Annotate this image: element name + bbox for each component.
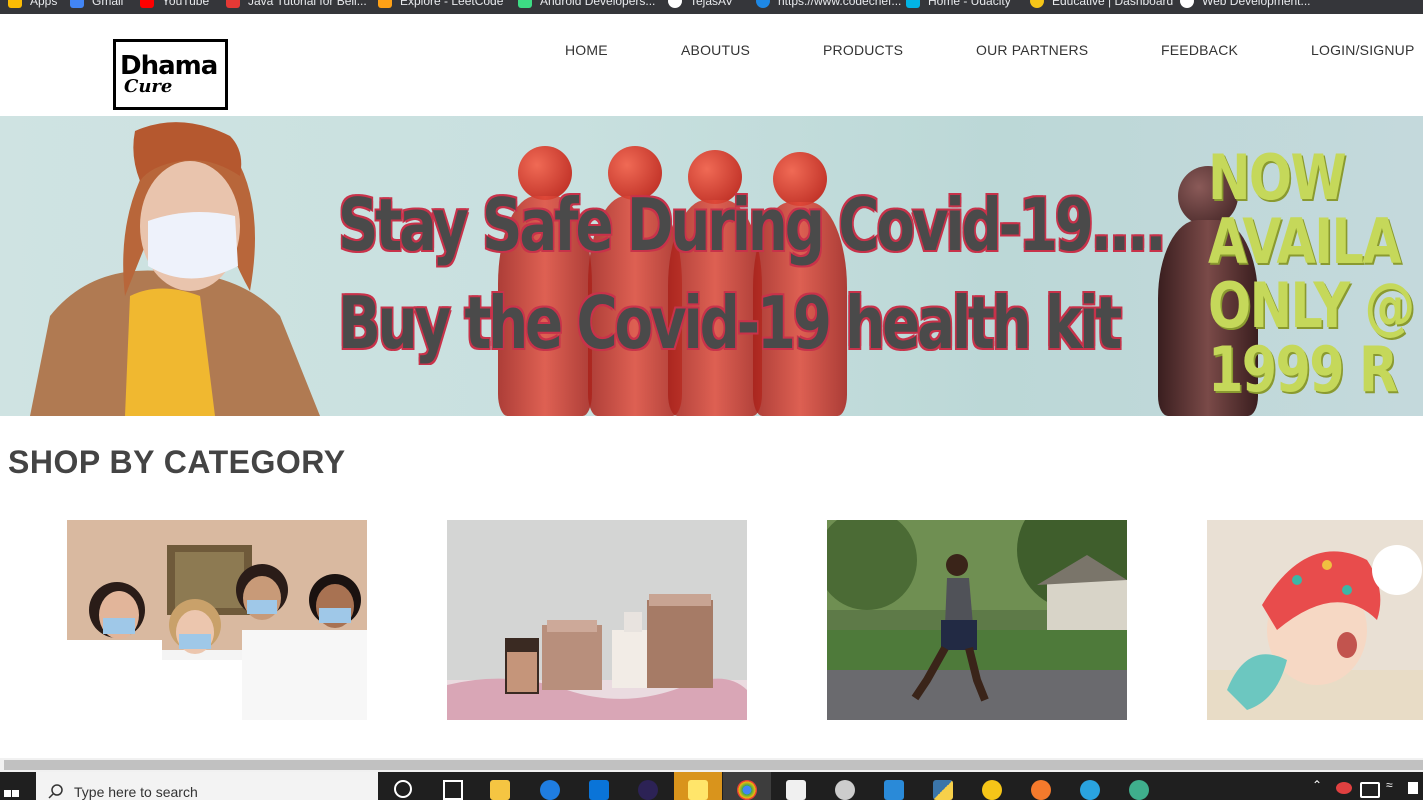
start-button[interactable]: [0, 772, 36, 800]
store-icon[interactable]: [786, 780, 806, 800]
runner-fitness-photo: [827, 520, 1127, 720]
hero-offer-line: ONLY @: [1208, 269, 1415, 342]
baby-care-photo: [1207, 520, 1423, 720]
chatgpt-icon[interactable]: [1129, 780, 1149, 800]
android-icon: [518, 0, 532, 8]
woman-with-mask-photo: [30, 122, 320, 416]
section-title: SHOP BY CATEGORY: [8, 444, 346, 480]
bookmark-educative[interactable]: Educative | Dashboard: [1030, 0, 1173, 10]
telegram-icon[interactable]: [1080, 780, 1100, 800]
windows-logo-icon: [4, 790, 19, 797]
bookmark-leetcode[interactable]: Explore - LeetCode: [378, 0, 503, 10]
taskbar-search-box[interactable]: Type here to search: [36, 772, 378, 800]
web-dev-icon: [1180, 0, 1194, 8]
skincare-products-photo: [447, 520, 747, 720]
python-icon[interactable]: [933, 780, 953, 800]
category-card-fitness[interactable]: [827, 520, 1127, 720]
hero-headline: Stay Safe During Covid-19.... Buy the Co…: [338, 176, 1167, 372]
bookmark-android[interactable]: Android Developers...: [518, 0, 655, 10]
hero-offer: NOW AVAILA ONLY @ 1999 R: [1208, 141, 1415, 406]
hero-offer-line: NOW: [1208, 141, 1347, 214]
horizontal-scrollbar[interactable]: [0, 758, 1423, 772]
codechef-icon: [756, 0, 770, 8]
eclipse-icon[interactable]: [638, 780, 658, 800]
mail-icon[interactable]: [589, 780, 609, 800]
bookmark-webdev[interactable]: Web Development...: [1180, 0, 1311, 10]
bookmark-apps[interactable]: Apps: [8, 0, 57, 10]
search-placeholder: Type here to search: [74, 784, 198, 800]
sticky-notes-tab[interactable]: [674, 772, 722, 800]
hero-line-2: Buy the Covid-19 health kit: [338, 281, 1122, 365]
tray-wifi-icon[interactable]: ≈: [1386, 778, 1393, 792]
brave-icon[interactable]: [1031, 780, 1051, 800]
cortana-icon[interactable]: [394, 780, 412, 798]
tray-battery-icon[interactable]: [1360, 782, 1380, 798]
chrome-tab[interactable]: [723, 772, 771, 800]
bookmark-gmail[interactable]: Gmail: [70, 0, 123, 10]
category-card-covid-care[interactable]: [67, 520, 367, 720]
tray-volume-icon[interactable]: [1408, 782, 1418, 794]
tray-chevron-up-icon[interactable]: ⌃: [1312, 778, 1322, 792]
hero-offer-line: AVAILA: [1208, 205, 1402, 278]
site-logo[interactable]: Dhama Cure: [113, 39, 228, 110]
gmail-icon: [70, 0, 84, 8]
youtube-icon: [140, 0, 154, 8]
settings-icon[interactable]: [835, 780, 855, 800]
flutter-icon[interactable]: [982, 780, 1002, 800]
vscode-icon[interactable]: [884, 780, 904, 800]
nav-login-signup[interactable]: LOGIN/SIGNUP: [1311, 42, 1415, 58]
bookmark-github[interactable]: TejasAV: [668, 0, 733, 10]
file-explorer-icon[interactable]: [490, 780, 510, 800]
hero-line-1: Stay Safe During Covid-19....: [338, 183, 1167, 267]
chrome-icon: [737, 780, 757, 800]
search-icon: [48, 784, 63, 799]
github-icon: [668, 0, 682, 8]
site-header: Dhama Cure HOME ABOUTUS PRODUCTS OUR PAR…: [0, 14, 1423, 116]
hero-banner: Stay Safe During Covid-19.... Buy the Co…: [0, 116, 1423, 416]
masks-group-photo: [67, 520, 367, 720]
apps-grid-icon: [8, 0, 22, 8]
bookmarks-bar: Apps Gmail YouTube Java Tutorial for Bel…: [0, 0, 1423, 14]
nav-home[interactable]: HOME: [565, 42, 608, 58]
logo-text-line1: Dhama: [120, 50, 218, 81]
bookmark-icon: [226, 0, 240, 8]
nav-products[interactable]: PRODUCTS: [823, 42, 903, 58]
udacity-icon: [906, 0, 920, 8]
bookmark-codechef[interactable]: https://www.codechef...: [756, 0, 901, 10]
tray-cloud-icon[interactable]: [1336, 782, 1352, 794]
nav-feedback[interactable]: FEEDBACK: [1161, 42, 1238, 58]
windows-taskbar: Type here to search ⌃ ≈: [0, 772, 1423, 800]
bookmark-udacity[interactable]: Home - Udacity: [906, 0, 1011, 10]
bookmark-java[interactable]: Java Tutorial for Beli...: [226, 0, 367, 10]
educative-icon: [1030, 0, 1044, 8]
hero-offer-line: 1999 R: [1208, 333, 1398, 406]
sticky-notes-icon: [688, 780, 708, 800]
task-view-icon[interactable]: [443, 780, 463, 800]
scrollbar-thumb[interactable]: [4, 760, 1423, 770]
category-card-baby-care[interactable]: [1207, 520, 1423, 720]
nav-about[interactable]: ABOUTUS: [681, 42, 750, 58]
edge-icon[interactable]: [540, 780, 560, 800]
logo-text-line2: Cure: [124, 75, 173, 97]
bookmark-youtube[interactable]: YouTube: [140, 0, 209, 10]
nav-partners[interactable]: OUR PARTNERS: [976, 42, 1088, 58]
category-card-skincare[interactable]: [447, 520, 747, 720]
leetcode-icon: [378, 0, 392, 8]
